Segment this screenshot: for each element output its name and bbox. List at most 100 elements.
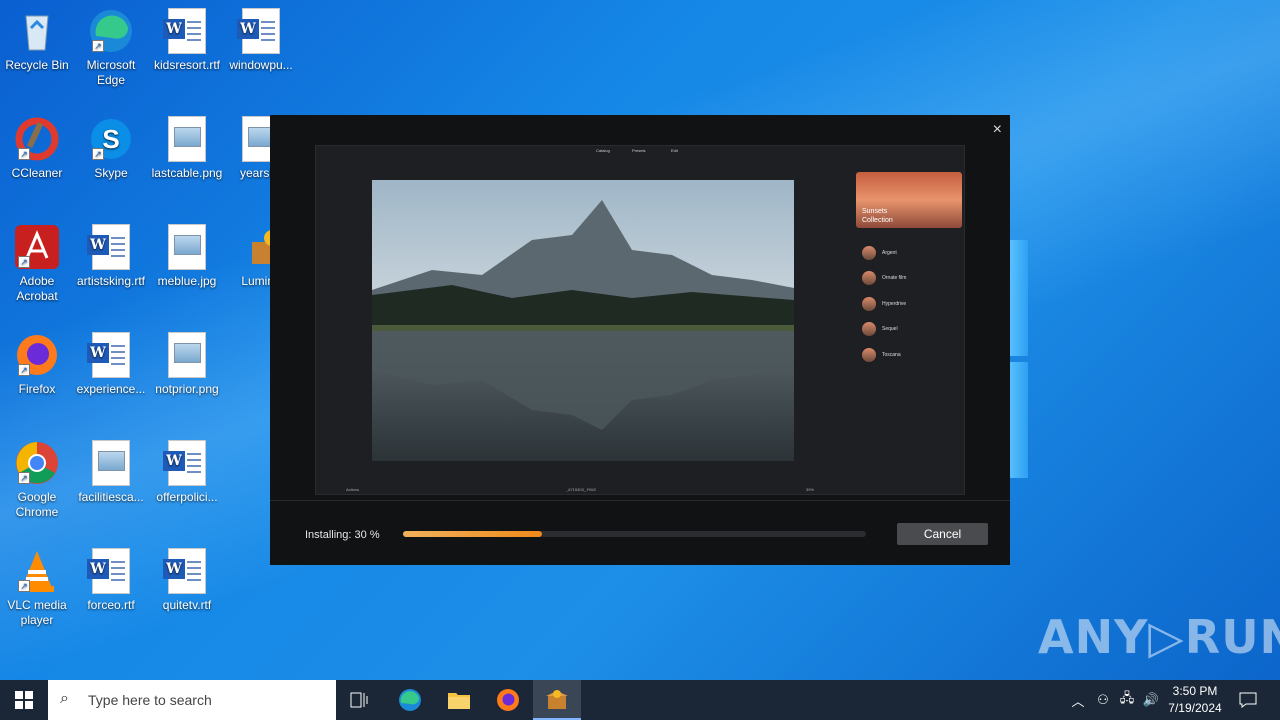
clock-time: 3:50 PM [1172, 684, 1218, 698]
desktop-icon-facilitiesca[interactable]: facilitiesca... [74, 440, 148, 505]
image-file-icon [168, 332, 206, 378]
desktop-icon-label: experience... [76, 382, 146, 396]
preview-tab-catalog: Catalog [596, 148, 610, 153]
desktop-icon-forceo[interactable]: W forceo.rtf [74, 548, 148, 613]
taskbar-search-box[interactable]: ⌕ Type here to search [48, 680, 336, 720]
shortcut-arrow-icon: ↗ [18, 472, 30, 484]
firefox-icon: ↗ [14, 332, 60, 378]
desktop-icon-artistsking[interactable]: W artistsking.rtf [74, 224, 148, 289]
desktop-icon-google-chrome[interactable]: ↗ Google Chrome [0, 440, 74, 520]
edge-icon: ↗ [88, 8, 134, 54]
windows-icon [15, 691, 33, 709]
landscape-photo [372, 180, 794, 461]
word-document-icon: W [163, 8, 206, 54]
word-document-icon: W [163, 548, 206, 594]
preview-tab-edit: Edit [671, 148, 678, 153]
desktop-icon-label: Google Chrome [15, 490, 59, 519]
progress-bar-fill [403, 531, 542, 537]
firefox-icon [497, 689, 519, 711]
desktop-icon-adobe-acrobat[interactable]: ↗ Adobe Acrobat [0, 224, 74, 304]
taskbar-firefox-button[interactable] [484, 680, 532, 720]
desktop-icon-label: artistsking.rtf [76, 274, 145, 288]
desktop-icon-windowpu[interactable]: W windowpu... [224, 8, 298, 73]
desktop-icon-skype[interactable]: S ↗ Skype [74, 116, 148, 181]
image-file-icon [92, 440, 130, 486]
desktop-icon-label: kidsresort.rtf [153, 58, 220, 72]
installer-box-icon [546, 690, 568, 709]
preset-item: Toscana [862, 348, 962, 362]
word-document-icon: W [87, 332, 130, 378]
tray-meet-now[interactable]: ⚇ [1092, 680, 1114, 720]
desktop-icon-vlc[interactable]: ↗ VLC media player [0, 548, 74, 628]
close-icon[interactable]: × [993, 121, 1002, 139]
preset-item: Hyperdrive [862, 297, 962, 311]
desktop-icon-label: offerpolici... [156, 490, 218, 504]
cancel-button[interactable]: Cancel [897, 523, 988, 545]
desktop-icon-label: facilitiesca... [78, 490, 144, 504]
preview-statusbar: Actions _6715303_.RW2 39% [346, 487, 815, 492]
desktop-icon-lastcable[interactable]: lastcable.png [150, 116, 224, 181]
taskbar-installer-button[interactable] [533, 680, 581, 720]
shortcut-arrow-icon: ↗ [18, 580, 30, 592]
desktop-icon-label: Microsoft Edge [86, 58, 136, 87]
desktop-icon-experience[interactable]: W experience... [74, 332, 148, 397]
desktop-icon-offerpolici[interactable]: W offerpolici... [150, 440, 224, 505]
preset-item: Ornate film [862, 271, 962, 285]
speaker-icon: 🔊 [1142, 692, 1160, 707]
taskbar-edge-button[interactable] [386, 680, 434, 720]
progress-bar [403, 531, 866, 537]
notification-center-button[interactable] [1236, 680, 1260, 720]
image-file-icon [168, 224, 206, 270]
word-document-icon: W [163, 440, 206, 486]
desktop-icon-microsoft-edge[interactable]: ↗ Microsoft Edge [74, 8, 148, 88]
adobe-acrobat-icon: ↗ [14, 224, 60, 270]
shortcut-arrow-icon: ↗ [18, 148, 30, 160]
taskbar-clock[interactable]: 3:50 PM 7/19/2024 [1160, 683, 1230, 717]
desktop-icon-label: VLC media player [7, 598, 67, 627]
desktop-icon-label: CCleaner [11, 166, 63, 180]
sunsets-collection-card: Sunsets Collection [856, 172, 962, 228]
task-view-icon [350, 692, 368, 708]
desktop-icon-label: meblue.jpg [157, 274, 217, 288]
ccleaner-icon: ↗ [14, 116, 60, 162]
shortcut-arrow-icon: ↗ [18, 364, 30, 376]
desktop-icon-meblue[interactable]: meblue.jpg [150, 224, 224, 289]
desktop-icon-notprior[interactable]: notprior.png [150, 332, 224, 397]
card-title: Sunsets [862, 208, 888, 215]
tray-network[interactable]: 🖧 [1116, 680, 1138, 720]
shortcut-arrow-icon: ↗ [92, 148, 104, 160]
recycle-bin-icon [14, 8, 60, 54]
preset-item: Sequel [862, 322, 962, 336]
preset-item: Argent [862, 246, 962, 260]
card-subtitle: Collection [862, 217, 893, 224]
preview-toolbar: Catalog Presets Edit [316, 146, 964, 156]
tray-volume[interactable]: 🔊 [1140, 680, 1162, 720]
installer-dialog: × Catalog Presets Edit Sunsets Collectio… [270, 115, 1010, 565]
task-view-button[interactable] [336, 680, 384, 720]
taskbar: ⌕ Type here to search ︿ ⚇ 🖧 🔊 3:50 PM 7/… [0, 680, 1280, 720]
desktop-icon-firefox[interactable]: ↗ Firefox [0, 332, 74, 397]
shortcut-arrow-icon: ↗ [92, 40, 104, 52]
taskbar-file-explorer-button[interactable] [435, 680, 483, 720]
install-progress-section: Installing: 30 % Cancel [270, 500, 1010, 565]
desktop-icon-quitetv[interactable]: W quitetv.rtf [150, 548, 224, 613]
word-document-icon: W [87, 224, 130, 270]
notification-icon [1239, 692, 1257, 708]
desktop-icon-label: Firefox [18, 382, 56, 396]
search-icon: ⌕ [60, 690, 69, 707]
desktop-icon-ccleaner[interactable]: ↗ CCleaner [0, 116, 74, 181]
desktop-icon-kidsresort[interactable]: W kidsresort.rtf [150, 8, 224, 73]
clock-date: 7/19/2024 [1168, 701, 1222, 715]
start-button[interactable] [0, 680, 48, 720]
vlc-icon: ↗ [14, 548, 60, 594]
network-icon: 🖧 [1119, 690, 1135, 705]
show-hidden-icons-button[interactable]: ︿ [1068, 680, 1088, 720]
anyrun-watermark: ANY▷RUN [1038, 610, 1280, 664]
desktop-icon-label: forceo.rtf [87, 598, 135, 612]
desktop-icon-recycle-bin[interactable]: Recycle Bin [0, 8, 74, 73]
preview-tab-presets: Presets [632, 148, 646, 153]
skype-icon: S ↗ [88, 116, 134, 162]
desktop-icon-label: Skype [94, 166, 128, 180]
desktop-icon-label: Adobe Acrobat [16, 274, 58, 303]
app-preview-screenshot: Catalog Presets Edit Sunsets Collection [315, 145, 965, 495]
